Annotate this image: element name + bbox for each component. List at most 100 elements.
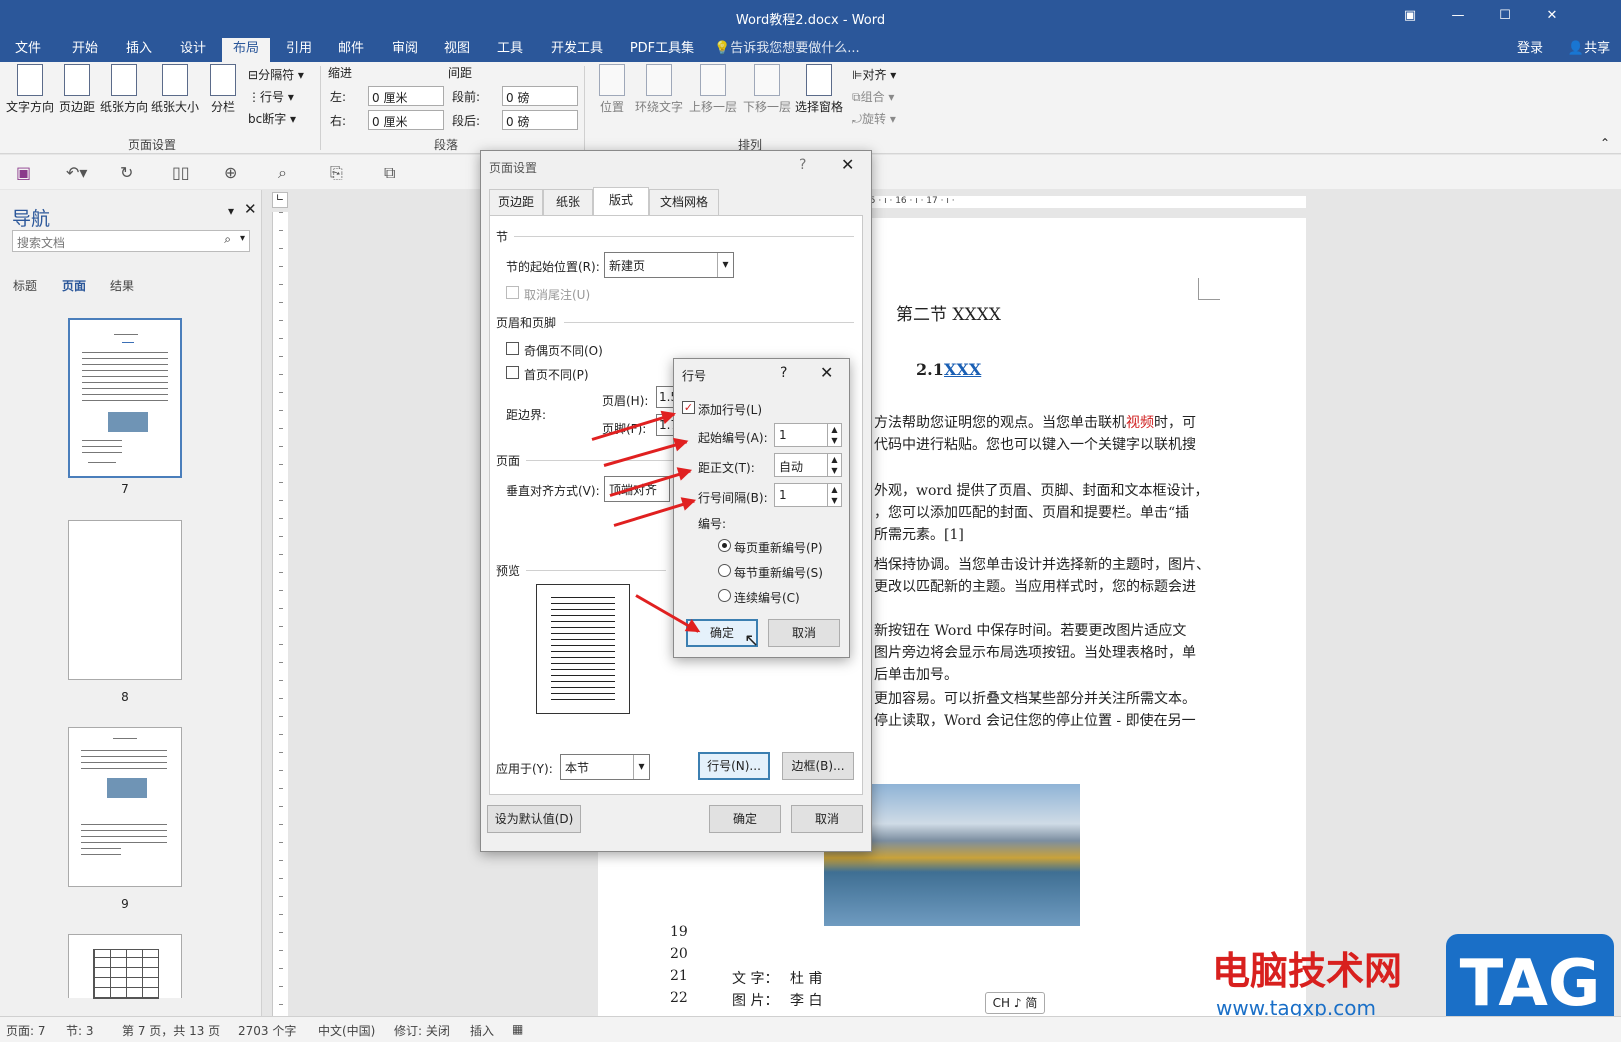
tab-layout[interactable]: 布局 [222, 38, 270, 62]
odd-even-checkbox[interactable] [506, 342, 519, 355]
tab-design[interactable]: 设计 [170, 38, 216, 62]
nav-close-icon[interactable]: ✕ [244, 200, 257, 218]
set-default-button[interactable]: 设为默认值(D) [487, 805, 581, 833]
line-numbers-button[interactable]: ⋮行号 ▾ [248, 88, 294, 105]
help-button[interactable]: ? [799, 157, 806, 173]
nav-tab-results[interactable]: 结果 [110, 277, 134, 294]
tab-insert[interactable]: 插入 [116, 38, 162, 62]
from-text-input[interactable]: 自动 ▲ ▼ [774, 453, 842, 477]
status-words[interactable]: 2703 个字 [238, 1022, 296, 1039]
tab-references[interactable]: 引用 [276, 38, 322, 62]
tab-home[interactable]: 开始 [62, 38, 108, 62]
maximize-button[interactable]: ☐ [1493, 6, 1517, 26]
tab-margins[interactable]: 页边距 [489, 189, 543, 215]
undo-icon[interactable]: ↶▾ [66, 163, 87, 182]
status-track-changes[interactable]: 修订: 关闭 [394, 1022, 450, 1039]
attach-icon[interactable]: ⎘ [330, 163, 343, 183]
first-page-checkbox[interactable] [506, 366, 519, 379]
spinner-icon[interactable]: ▲ ▼ [827, 424, 841, 446]
share-button[interactable]: 👤共享 [1562, 38, 1616, 62]
align-button[interactable]: ⊫对齐 ▾ [852, 66, 896, 83]
help-button[interactable]: ? [780, 365, 787, 381]
send-backward-button[interactable]: 下移一层 [741, 64, 793, 115]
restart-section-radio[interactable] [718, 564, 731, 577]
continuous-radio[interactable] [718, 589, 731, 602]
add-line-numbers-checkbox[interactable]: ✓ [682, 401, 695, 414]
chevron-down-icon[interactable]: ▾ [717, 253, 733, 277]
read-mode-icon[interactable]: ▯▯ [172, 163, 190, 182]
spacing-after-input[interactable]: 0 磅 [502, 110, 578, 130]
subheading-link[interactable]: XXX [944, 360, 981, 379]
nav-tab-headings[interactable]: 标题 [13, 277, 37, 294]
tab-selector[interactable]: ∟ [272, 192, 288, 208]
suppress-endnotes-checkbox[interactable] [506, 286, 519, 299]
ok-button[interactable]: 确定 [709, 805, 781, 833]
breaks-button[interactable]: ⊟分隔符 ▾ [248, 66, 304, 83]
close-icon[interactable]: ✕ [820, 363, 833, 382]
redo-icon[interactable]: ↻ [120, 163, 133, 182]
tab-developer[interactable]: 开发工具 [544, 38, 610, 62]
tell-me-box[interactable]: 💡告诉我您想要做什么... [714, 38, 864, 62]
close-button[interactable]: ✕ [1540, 6, 1564, 26]
collapse-ribbon-icon[interactable]: ⌃ [1600, 136, 1610, 150]
status-language[interactable]: 中文(中国) [318, 1022, 375, 1039]
page-thumbnail[interactable] [68, 727, 182, 887]
status-page[interactable]: 页面: 7 [6, 1022, 46, 1039]
search-dropdown-icon[interactable]: ▾ [240, 233, 245, 244]
orientation-button[interactable]: 纸张方向 [100, 64, 148, 115]
cancel-button[interactable]: 取消 [791, 805, 863, 833]
page-thumbnail[interactable] [68, 318, 182, 478]
section-start-select[interactable]: 新建页 ▾ [604, 252, 734, 278]
ribbon-display-icon[interactable]: ▣ [1398, 6, 1422, 26]
bring-forward-button[interactable]: 上移一层 [687, 64, 739, 115]
vertical-ruler[interactable] [272, 212, 288, 1039]
line-numbers-button[interactable]: 行号(N)... [698, 752, 770, 780]
restart-page-radio[interactable] [718, 539, 731, 552]
selection-pane-button[interactable]: 选择窗格 [794, 64, 844, 115]
chevron-down-icon[interactable]: ▾ [633, 755, 649, 779]
print-preview-icon[interactable]: ⌕ [278, 163, 287, 183]
minimize-button[interactable]: — [1446, 6, 1470, 26]
tab-tools[interactable]: 工具 [487, 38, 533, 62]
count-by-input[interactable]: 1 ▲ ▼ [774, 483, 842, 507]
columns-button[interactable]: 分栏 [205, 64, 241, 115]
nav-tab-pages[interactable]: 页面 [62, 277, 86, 294]
web-layout-icon[interactable]: ⊕ [224, 163, 237, 182]
start-at-input[interactable]: 1 ▲ ▼ [774, 423, 842, 447]
borders-button[interactable]: 边框(B)... [782, 752, 854, 780]
tab-mailings[interactable]: 邮件 [328, 38, 374, 62]
macro-record-icon[interactable]: ▦ [512, 1022, 523, 1036]
ime-indicator[interactable]: CH ♪ 简 [985, 992, 1045, 1014]
tab-document-grid[interactable]: 文档网格 [649, 189, 719, 215]
hyphenation-button[interactable]: bc断字 ▾ [248, 110, 296, 127]
rotate-button[interactable]: ⤾旋转 ▾ [852, 110, 896, 127]
nav-options-icon[interactable]: ▾ [228, 204, 234, 218]
close-icon[interactable]: ✕ [841, 155, 854, 174]
spinner-icon[interactable]: ▲ ▼ [827, 454, 841, 476]
customize-icon[interactable]: ⧉ [384, 163, 395, 183]
nav-search-input[interactable]: 搜索文档 ⌕ ▾ [12, 230, 250, 252]
page-thumbnail[interactable] [68, 520, 182, 680]
page-thumbnail[interactable] [68, 934, 182, 999]
spacing-before-input[interactable]: 0 磅 [502, 86, 578, 106]
indent-right-input[interactable]: 0 厘米 [368, 110, 444, 130]
tab-review[interactable]: 审阅 [382, 38, 428, 62]
status-insert-mode[interactable]: 插入 [470, 1022, 494, 1039]
text-direction-button[interactable]: 文字方向 [4, 64, 56, 115]
spinner-icon[interactable]: ▲ ▼ [827, 484, 841, 506]
status-page-of[interactable]: 第 7 页，共 13 页 [122, 1022, 220, 1039]
apply-to-select[interactable]: 本节 ▾ [560, 754, 650, 780]
wrap-text-button[interactable]: 环绕文字 [634, 64, 684, 115]
login-link[interactable]: 登录 [1510, 38, 1550, 62]
group-button[interactable]: ⧉组合 ▾ [852, 88, 894, 105]
search-icon[interactable]: ⌕ [224, 232, 231, 247]
status-section[interactable]: 节: 3 [66, 1022, 94, 1039]
save-icon[interactable]: ▣ [16, 163, 31, 182]
indent-left-input[interactable]: 0 厘米 [368, 86, 444, 106]
tab-layout[interactable]: 版式 [593, 187, 649, 215]
position-button[interactable]: 位置 [592, 64, 632, 115]
margins-button[interactable]: 页边距 [57, 64, 97, 115]
size-button[interactable]: 纸张大小 [151, 64, 199, 115]
tab-view[interactable]: 视图 [434, 38, 480, 62]
tab-pdf-tools[interactable]: PDF工具集 [622, 38, 702, 62]
